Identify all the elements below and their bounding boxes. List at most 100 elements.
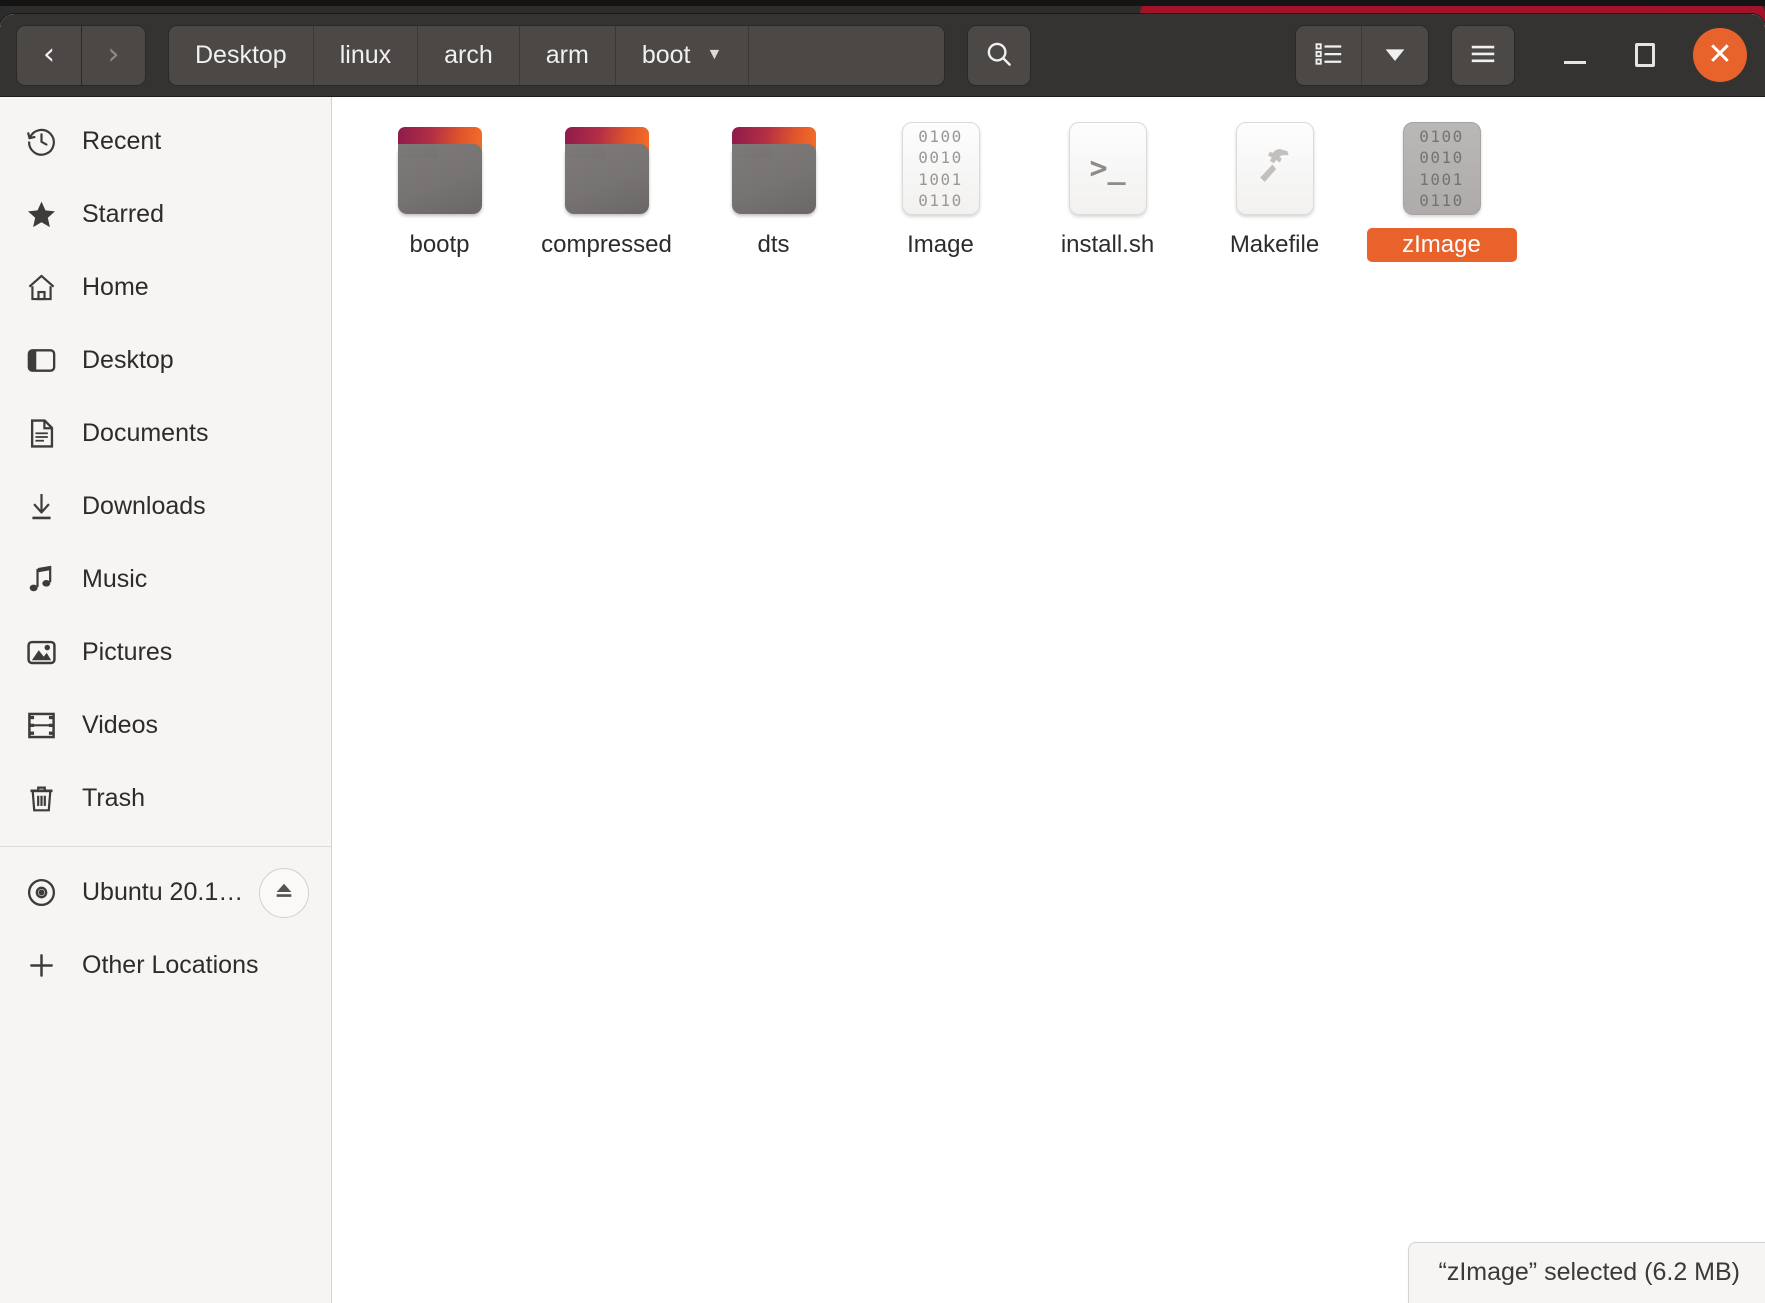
- file-label: bootp: [409, 231, 470, 258]
- view-button-group: [1295, 24, 1429, 86]
- search-button[interactable]: [967, 24, 1031, 86]
- status-badge: “zImage” selected (6.2 MB): [1407, 1242, 1765, 1303]
- chevron-left-icon: ‹: [43, 37, 55, 72]
- list-view-icon: [1314, 39, 1344, 72]
- window-body: Recent Starred Home Desktop Documents Do…: [0, 97, 1765, 1303]
- disc-icon: [22, 874, 60, 912]
- file-item-dts[interactable]: dts: [690, 111, 857, 262]
- sidebar-item-label: Videos: [82, 711, 158, 739]
- breadcrumb-item-arm[interactable]: arm: [519, 25, 616, 85]
- file-manager-window: ‹ › Desktop linux arch arm boot ▼ ✕ Rece…: [0, 14, 1765, 1303]
- binary-row: 0110: [1419, 190, 1464, 210]
- breadcrumb-label: Desktop: [195, 40, 287, 69]
- search-icon: [984, 39, 1014, 72]
- file-item-image[interactable]: 0100 0010 1001 0110 Image: [857, 111, 1024, 262]
- sidebar-item-label: Ubuntu 20.1…: [82, 878, 244, 906]
- breadcrumb-filler: [749, 25, 944, 85]
- file-icon: 0100 0010 1001 0110: [893, 119, 989, 215]
- chevron-right-icon: ›: [107, 37, 120, 72]
- sidebar-item-desktop[interactable]: Desktop: [0, 324, 331, 397]
- folder-icon: [394, 127, 486, 215]
- sidebar-item-downloads[interactable]: Downloads: [0, 470, 331, 543]
- desktop-icon: [22, 342, 60, 380]
- folder-icon: [728, 127, 820, 215]
- eject-icon: [273, 879, 295, 906]
- minimize-icon: [1564, 60, 1586, 64]
- sidebar-item-documents[interactable]: Documents: [0, 397, 331, 470]
- close-button[interactable]: ✕: [1693, 28, 1747, 82]
- sidebar-item-label: Starred: [82, 200, 164, 228]
- breadcrumb-label: arm: [545, 40, 589, 69]
- documents-icon: [22, 415, 60, 453]
- breadcrumb-label: linux: [339, 40, 392, 69]
- binary-row: 0100: [1419, 126, 1464, 146]
- chevron-down-icon: [1381, 40, 1409, 71]
- file-icon: [392, 119, 488, 215]
- file-item-zimage[interactable]: 0100 0010 1001 0110 zImage: [1358, 111, 1525, 262]
- sidebar-item-label: Trash: [82, 784, 145, 812]
- file-item-install-sh[interactable]: >_ install.sh: [1024, 111, 1191, 262]
- sidebar-item-label: Other Locations: [82, 951, 259, 979]
- sidebar-item-label: Pictures: [82, 638, 173, 666]
- main-menu-button[interactable]: [1451, 24, 1515, 86]
- minimize-button[interactable]: [1549, 29, 1601, 81]
- binary-file-icon: 0100 0010 1001 0110: [1402, 122, 1481, 215]
- forward-button[interactable]: ›: [81, 24, 146, 86]
- sidebar-item-music[interactable]: Music: [0, 543, 331, 616]
- sidebar-item-starred[interactable]: Starred: [0, 178, 331, 251]
- file-label: install.sh: [1060, 231, 1155, 258]
- sidebar-item-label: Downloads: [82, 492, 206, 520]
- folder-icon: [561, 127, 653, 215]
- file-icon: [726, 119, 822, 215]
- view-options-dropdown-button[interactable]: [1362, 25, 1428, 85]
- file-icon: 0100 0010 1001 0110: [1394, 119, 1490, 215]
- binary-row: 1001: [1419, 169, 1464, 189]
- chevron-down-icon: ▼: [706, 46, 723, 63]
- sidebar-divider: [0, 846, 331, 847]
- breadcrumb: Desktop linux arch arm boot ▼: [168, 24, 945, 86]
- sidebar-item-trash[interactable]: Trash: [0, 762, 331, 835]
- sidebar-item-pictures[interactable]: Pictures: [0, 616, 331, 689]
- sidebar-item-ubuntu-disc[interactable]: Ubuntu 20.1…: [0, 856, 331, 929]
- plus-icon: [22, 947, 60, 985]
- screen-top-strip: [0, 0, 1765, 6]
- back-button[interactable]: ‹: [16, 24, 81, 86]
- list-view-button[interactable]: [1296, 25, 1362, 85]
- sidebar-item-videos[interactable]: Videos: [0, 689, 331, 762]
- eject-button[interactable]: [259, 867, 309, 918]
- file-icon: >_: [1060, 119, 1156, 215]
- status-text: “zImage” selected (6.2 MB): [1438, 1258, 1741, 1286]
- binary-row: 1001: [918, 169, 963, 189]
- binary-row: 0100: [918, 126, 963, 146]
- breadcrumb-item-arch[interactable]: arch: [418, 25, 520, 85]
- binary-row: 0010: [1419, 148, 1464, 168]
- videos-icon: [22, 707, 60, 745]
- file-label: compressed: [541, 231, 672, 258]
- file-icon: [1227, 119, 1323, 215]
- sidebar-item-recent[interactable]: Recent: [0, 105, 331, 178]
- hammer-icon: [1252, 143, 1298, 194]
- file-label: Makefile: [1229, 231, 1320, 258]
- home-icon: [22, 269, 60, 307]
- sidebar-item-label: Documents: [82, 419, 209, 447]
- maximize-button[interactable]: [1619, 29, 1671, 81]
- file-label: dts: [757, 231, 790, 258]
- file-list-view[interactable]: bootp compressed dts 0100 0010 1001 0110…: [332, 97, 1765, 1303]
- sidebar-item-label: Desktop: [82, 346, 174, 374]
- sidebar-item-other-locations[interactable]: Other Locations: [0, 929, 331, 1002]
- hamburger-icon: [1468, 39, 1498, 72]
- breadcrumb-item-boot[interactable]: boot ▼: [615, 25, 750, 85]
- file-item-compressed[interactable]: compressed: [523, 111, 690, 262]
- file-grid: bootp compressed dts 0100 0010 1001 0110…: [332, 97, 1765, 262]
- breadcrumb-label: arch: [444, 40, 493, 69]
- breadcrumb-item-linux[interactable]: linux: [313, 25, 419, 85]
- breadcrumb-item-desktop[interactable]: Desktop: [169, 25, 314, 85]
- file-item-makefile[interactable]: Makefile: [1191, 111, 1358, 262]
- sidebar-item-label: Home: [82, 273, 149, 301]
- sidebar-item-label: Music: [82, 565, 148, 593]
- sidebar-item-home[interactable]: Home: [0, 251, 331, 324]
- file-icon: [559, 119, 655, 215]
- breadcrumb-label: boot: [641, 40, 691, 69]
- file-label: Image: [907, 231, 974, 258]
- file-item-bootp[interactable]: bootp: [356, 111, 523, 262]
